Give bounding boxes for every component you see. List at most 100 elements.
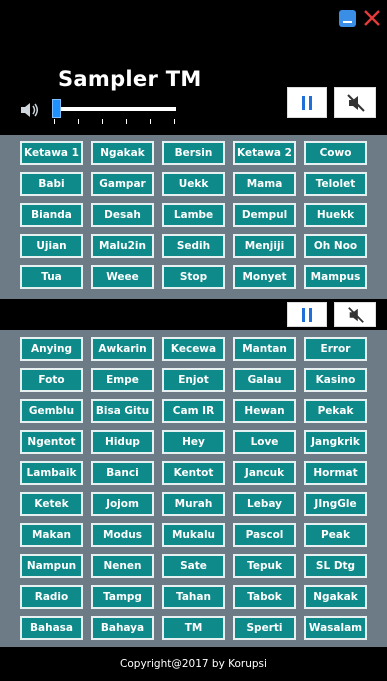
sound-button[interactable]: Mantan (233, 337, 296, 361)
sound-button[interactable]: Tua (20, 265, 83, 289)
slider-tick (54, 119, 55, 124)
sound-button[interactable]: Jangkrik (304, 430, 367, 454)
sound-button[interactable]: Kentot (162, 461, 225, 485)
mute-button-2[interactable] (334, 302, 376, 327)
footer: Copyright@2017 by Korupsi (0, 647, 387, 681)
sound-button[interactable]: Love (233, 430, 296, 454)
sound-button[interactable]: Dempul (233, 203, 296, 227)
close-icon[interactable] (363, 9, 381, 27)
header: Sampler TM (0, 0, 387, 135)
sound-button[interactable]: Tepuk (233, 554, 296, 578)
sound-button[interactable]: Empe (91, 368, 154, 392)
slider-tick (78, 119, 79, 124)
sound-button[interactable]: Tabok (233, 585, 296, 609)
pause-button[interactable] (287, 87, 327, 118)
sound-button[interactable]: JIngGle (304, 492, 367, 516)
sound-button[interactable]: Makan (20, 523, 83, 547)
speaker-icon (21, 103, 38, 117)
sound-button[interactable]: Bianda (20, 203, 83, 227)
sound-button[interactable]: Mukalu (162, 523, 225, 547)
slider-thumb[interactable] (52, 99, 61, 118)
sound-grid-2: Anying Awkarin Kecewa Mantan Error Foto Empe En… (20, 337, 367, 640)
sound-button[interactable]: Stop (162, 265, 225, 289)
copyright-text: Copyright@2017 by Korupsi (120, 658, 267, 670)
sound-button[interactable]: Jojom (91, 492, 154, 516)
sound-button[interactable]: Gemblu (20, 399, 83, 423)
sound-grid-1: Ketawa 1 Ngakak Bersin Ketawa 2 Cowo Babi Gamp… (20, 141, 367, 289)
sound-button[interactable]: Bahasa (20, 616, 83, 640)
sound-button[interactable]: Bisa Gitu (91, 399, 154, 423)
sound-button[interactable]: Ngakak (304, 585, 367, 609)
sound-button[interactable]: Cowo (304, 141, 367, 165)
sound-button[interactable]: Awkarin (91, 337, 154, 361)
sound-button[interactable]: Tampg (91, 585, 154, 609)
sound-button[interactable]: Babi (20, 172, 83, 196)
sound-button[interactable]: Mampus (304, 265, 367, 289)
sound-button[interactable]: Ujian (20, 234, 83, 258)
sound-button[interactable]: Huekk (304, 203, 367, 227)
mute-button[interactable] (334, 87, 376, 118)
sound-button[interactable]: SL Dtg (304, 554, 367, 578)
sound-button[interactable]: Tahan (162, 585, 225, 609)
sound-button[interactable]: Sedih (162, 234, 225, 258)
slider-tick (102, 119, 103, 124)
sound-button[interactable]: Hidup (91, 430, 154, 454)
sound-button[interactable]: Kecewa (162, 337, 225, 361)
sound-button[interactable]: Murah (162, 492, 225, 516)
sound-button[interactable]: Foto (20, 368, 83, 392)
sound-button[interactable]: Lebay (233, 492, 296, 516)
sound-button[interactable]: Sperti (233, 616, 296, 640)
sound-button[interactable]: Bahaya (91, 616, 154, 640)
sound-button[interactable]: Ketek (20, 492, 83, 516)
sound-button[interactable]: Bersin (162, 141, 225, 165)
sound-button[interactable]: Desah (91, 203, 154, 227)
sound-button[interactable]: Oh Noo (304, 234, 367, 258)
sound-button[interactable]: Sate (162, 554, 225, 578)
minimize-icon[interactable] (339, 10, 356, 27)
sound-button[interactable]: Hey (162, 430, 225, 454)
sound-button[interactable]: Telolet (304, 172, 367, 196)
sound-button[interactable]: Error (304, 337, 367, 361)
app-title: Sampler TM (58, 67, 202, 91)
slider-track (52, 107, 176, 111)
sound-button[interactable]: Lambaik (20, 461, 83, 485)
sound-button[interactable]: Hormat (304, 461, 367, 485)
sound-button[interactable]: Wasalam (304, 616, 367, 640)
sound-button[interactable]: Banci (91, 461, 154, 485)
sound-button[interactable]: Ketawa 2 (233, 141, 296, 165)
slider-tick (174, 119, 175, 124)
sound-button[interactable]: Ngentot (20, 430, 83, 454)
slider-tick (150, 119, 151, 124)
sound-button[interactable]: Malu2in (91, 234, 154, 258)
pause-icon (302, 96, 312, 110)
sound-button[interactable]: Anying (20, 337, 83, 361)
sound-button[interactable]: TM (162, 616, 225, 640)
volume-slider[interactable] (52, 97, 180, 127)
sound-button[interactable]: Peak (304, 523, 367, 547)
sound-panel-2: Anying Awkarin Kecewa Mantan Error Foto Empe En… (0, 330, 387, 647)
sound-button[interactable]: Cam IR (162, 399, 225, 423)
sound-button[interactable]: Nenen (91, 554, 154, 578)
sound-button[interactable]: Jancuk (233, 461, 296, 485)
sound-button[interactable]: Hewan (233, 399, 296, 423)
sound-button[interactable]: Enjot (162, 368, 225, 392)
sound-button[interactable]: Modus (91, 523, 154, 547)
speaker-muted-icon (348, 307, 364, 323)
sound-button[interactable]: Gampar (91, 172, 154, 196)
sound-button[interactable]: Nampun (20, 554, 83, 578)
sound-button[interactable]: Ngakak (91, 141, 154, 165)
sound-button[interactable]: Lambe (162, 203, 225, 227)
sound-button[interactable]: Galau (233, 368, 296, 392)
sound-button[interactable]: Uekk (162, 172, 225, 196)
sound-button[interactable]: Pascol (233, 523, 296, 547)
sound-button[interactable]: Menjiji (233, 234, 296, 258)
sound-button[interactable]: Weee (91, 265, 154, 289)
sound-button[interactable]: Monyet (233, 265, 296, 289)
sound-button[interactable]: Pekak (304, 399, 367, 423)
sound-panel-1: Ketawa 1 Ngakak Bersin Ketawa 2 Cowo Babi Gamp… (0, 135, 387, 299)
sound-button[interactable]: Kasino (304, 368, 367, 392)
sound-button[interactable]: Mama (233, 172, 296, 196)
pause-button-2[interactable] (287, 302, 327, 327)
sound-button[interactable]: Ketawa 1 (20, 141, 83, 165)
sound-button[interactable]: Radio (20, 585, 83, 609)
